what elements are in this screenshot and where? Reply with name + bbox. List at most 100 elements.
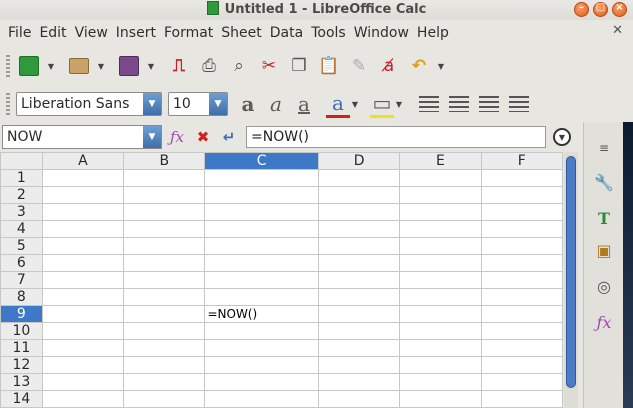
column-header[interactable]: B	[123, 152, 206, 170]
menu-insert[interactable]: Insert	[112, 22, 160, 44]
cell[interactable]	[317, 237, 401, 255]
menu-edit[interactable]: Edit	[35, 22, 70, 44]
cell[interactable]	[480, 203, 563, 221]
cell[interactable]	[204, 169, 319, 187]
italic-button[interactable]: a	[262, 92, 290, 116]
cell[interactable]	[480, 339, 563, 357]
menu-help[interactable]: Help	[413, 22, 453, 44]
cell[interactable]	[204, 356, 319, 374]
cell[interactable]	[480, 237, 563, 255]
paste-button[interactable]: 📋	[316, 53, 342, 79]
clear-formatting-button[interactable]: a̸	[376, 53, 402, 79]
cell[interactable]	[204, 373, 319, 391]
cell[interactable]	[399, 203, 482, 221]
cell[interactable]	[41, 390, 125, 408]
vertical-scrollbar[interactable]	[564, 152, 578, 408]
cell[interactable]	[41, 203, 125, 221]
cell[interactable]	[317, 322, 401, 340]
cell[interactable]	[123, 203, 206, 221]
cell[interactable]	[480, 305, 563, 323]
cell[interactable]	[204, 237, 319, 255]
export-pdf-button[interactable]: ⎍	[166, 53, 192, 79]
cell[interactable]	[204, 186, 319, 204]
cell[interactable]	[480, 356, 563, 374]
font-name-dropdown-icon[interactable]: ▼	[143, 93, 161, 115]
save-button[interactable]	[116, 53, 142, 79]
expand-formula-bar-icon[interactable]: ▼	[553, 128, 571, 146]
gallery-icon[interactable]: ▣	[592, 238, 616, 262]
menu-view[interactable]: View	[71, 22, 112, 44]
cell-c9-editing[interactable]: =NOW()	[204, 305, 319, 323]
cell[interactable]	[123, 356, 206, 374]
cell[interactable]	[399, 356, 482, 374]
cell[interactable]	[317, 356, 401, 374]
cell[interactable]	[41, 254, 125, 272]
highlight-dropdown-icon[interactable]: ▼	[394, 100, 404, 109]
sidebar-menu-icon[interactable]: ≡	[592, 136, 616, 160]
cell[interactable]	[480, 271, 563, 289]
cell[interactable]	[123, 169, 206, 187]
row-header[interactable]: 1	[0, 169, 43, 187]
cell[interactable]	[204, 322, 319, 340]
cell[interactable]	[123, 271, 206, 289]
navigator-compass-icon[interactable]: ◎	[592, 274, 616, 298]
cell[interactable]	[480, 169, 563, 187]
cell[interactable]	[399, 237, 482, 255]
cell[interactable]	[399, 169, 482, 187]
align-center-icon[interactable]	[449, 96, 469, 112]
cell[interactable]	[317, 254, 401, 272]
column-header[interactable]: E	[399, 152, 482, 170]
cell[interactable]	[123, 254, 206, 272]
font-name-value[interactable]: Liberation Sans	[17, 96, 143, 112]
cell[interactable]	[317, 339, 401, 357]
menu-file[interactable]: File	[4, 22, 35, 44]
align-right-icon[interactable]	[479, 96, 499, 112]
toolbar-grip-2[interactable]	[6, 93, 10, 115]
menu-sheet[interactable]: Sheet	[217, 22, 265, 44]
row-header[interactable]: 2	[0, 186, 43, 204]
menu-tools[interactable]: Tools	[307, 22, 350, 44]
cell[interactable]	[41, 305, 125, 323]
cell[interactable]	[480, 186, 563, 204]
name-box[interactable]: NOW ▼	[2, 125, 162, 149]
save-dropdown-icon[interactable]: ▼	[146, 62, 156, 71]
cell[interactable]	[204, 220, 319, 238]
cell[interactable]	[399, 288, 482, 306]
cell[interactable]	[204, 254, 319, 272]
cell[interactable]	[317, 305, 401, 323]
name-box-value[interactable]: NOW	[3, 129, 143, 145]
print-button[interactable]: ⎙	[196, 53, 222, 79]
cell[interactable]	[123, 322, 206, 340]
row-header[interactable]: 5	[0, 237, 43, 255]
highlight-color-button[interactable]: ▭	[370, 91, 394, 118]
close-document-icon[interactable]: ✕	[612, 23, 623, 38]
cell[interactable]	[41, 356, 125, 374]
cell[interactable]	[399, 186, 482, 204]
menu-data[interactable]: Data	[266, 22, 307, 44]
clone-formatting-button[interactable]: ✎	[346, 53, 372, 79]
cell[interactable]	[480, 220, 563, 238]
cell[interactable]	[41, 237, 125, 255]
column-header[interactable]: A	[41, 152, 125, 170]
align-left-icon[interactable]	[419, 96, 439, 112]
scrollbar-thumb[interactable]	[566, 156, 576, 388]
cell[interactable]	[480, 254, 563, 272]
row-header[interactable]: 3	[0, 203, 43, 221]
cell[interactable]	[204, 288, 319, 306]
cell[interactable]	[399, 322, 482, 340]
print-preview-button[interactable]: ⌕	[226, 53, 252, 79]
row-header[interactable]: 13	[0, 373, 43, 391]
wrap-text-icon[interactable]	[509, 96, 529, 112]
row-header[interactable]: 6	[0, 254, 43, 272]
cell[interactable]	[123, 220, 206, 238]
open-dropdown-icon[interactable]: ▼	[96, 62, 106, 71]
cell[interactable]	[41, 373, 125, 391]
font-name-box[interactable]: Liberation Sans ▼	[16, 92, 162, 116]
cell[interactable]	[317, 220, 401, 238]
copy-button[interactable]: ❐	[286, 53, 312, 79]
row-header[interactable]: 14	[0, 390, 43, 408]
font-color-dropdown-icon[interactable]: ▼	[350, 100, 360, 109]
cell[interactable]	[41, 322, 125, 340]
row-header[interactable]: 8	[0, 288, 43, 306]
new-document-button[interactable]	[16, 53, 42, 79]
